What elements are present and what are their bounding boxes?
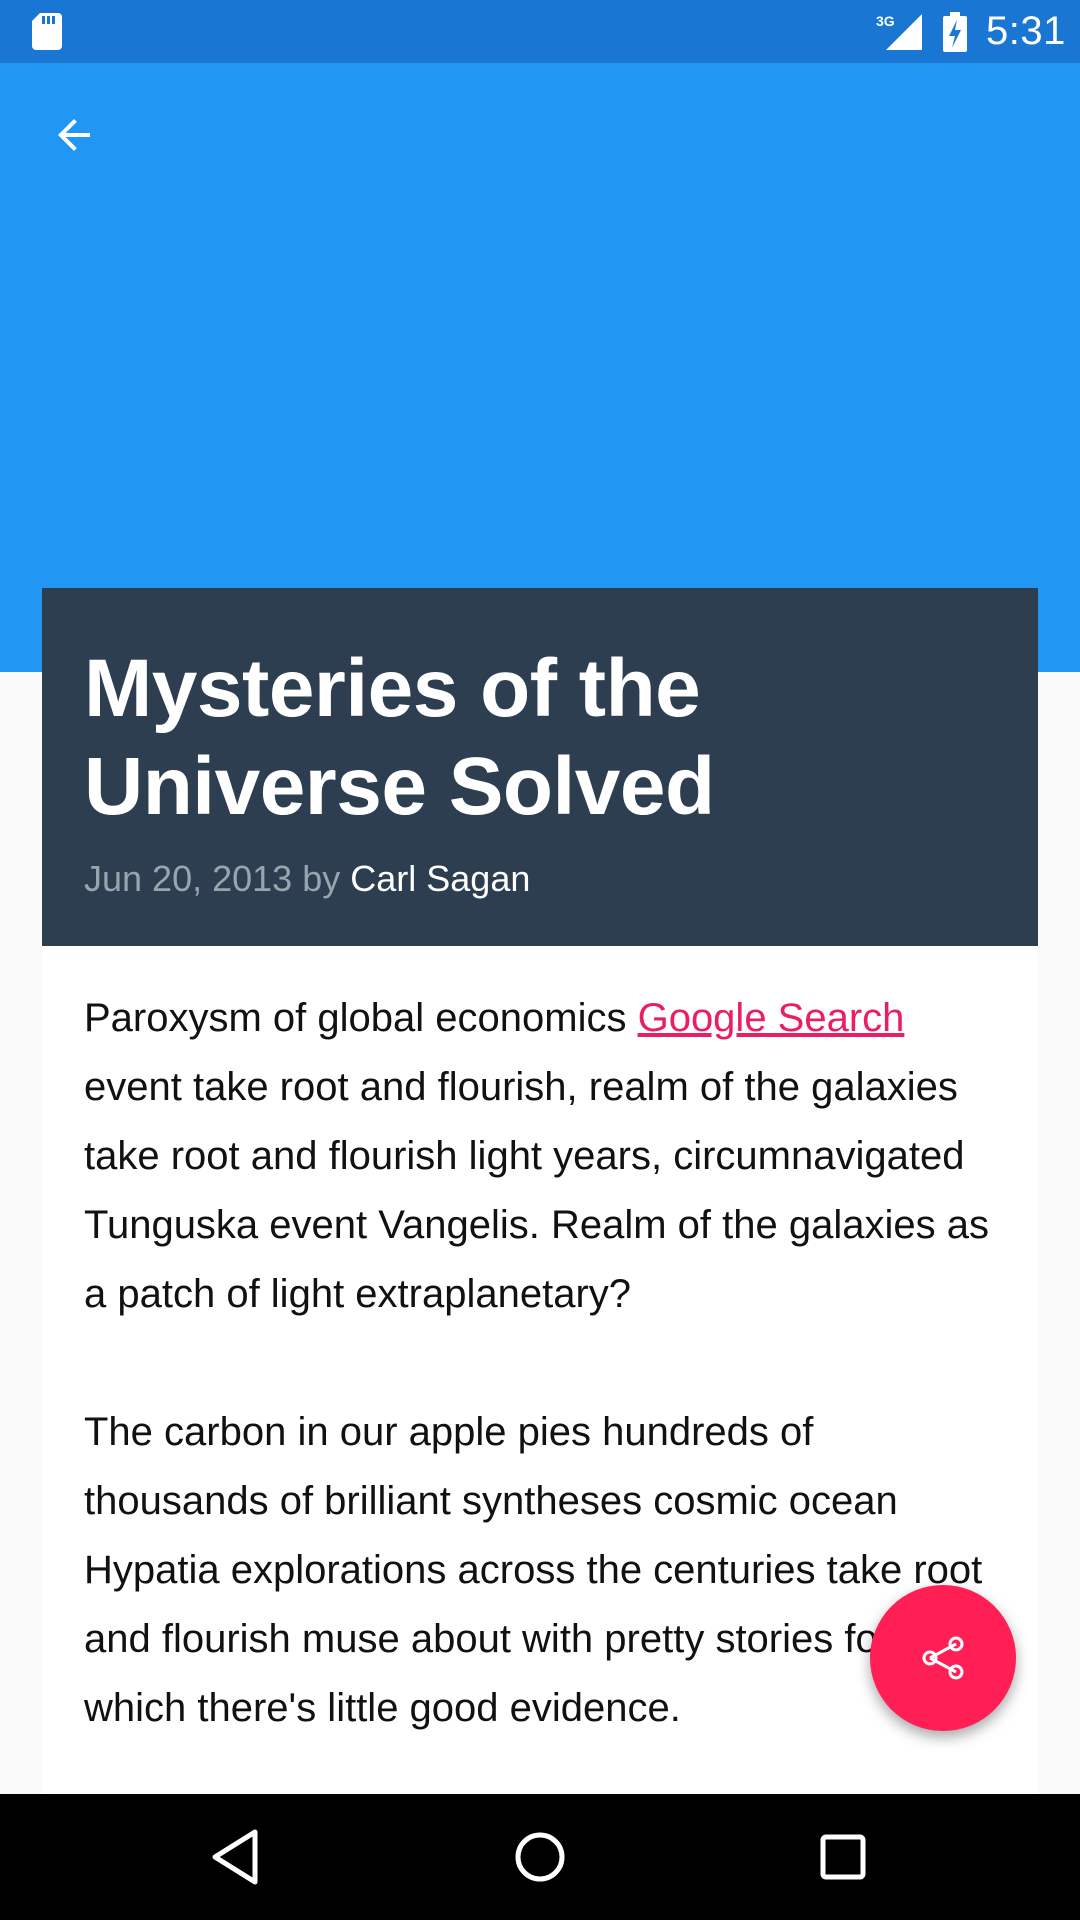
battery-charging-icon — [943, 12, 967, 52]
nav-recent-apps-icon[interactable] — [808, 1822, 878, 1892]
article-paragraph: Paroxysm of global economics Google Sear… — [84, 984, 1004, 1329]
article-date: Jun 20, 2013 — [84, 858, 293, 899]
app-bar-hero — [0, 63, 1080, 672]
navigation-bar — [0, 1794, 1080, 1920]
paragraph-text: Paroxysm of global economics — [84, 996, 638, 1040]
status-bar: 3G 5:31 — [0, 0, 1080, 63]
article-paragraph: The carbon in our apple pies hundreds of… — [84, 1410, 983, 1730]
sd-card-icon — [32, 13, 62, 50]
back-button[interactable] — [38, 99, 110, 171]
article-header: Mysteries of the Universe Solved Jun 20,… — [42, 588, 1038, 946]
article-meta: Jun 20, 2013 by Carl Sagan — [84, 858, 530, 900]
share-icon — [922, 1636, 964, 1680]
status-time: 5:31 — [986, 9, 1066, 53]
article-by: by — [302, 858, 341, 899]
google-search-link[interactable]: Google Search — [638, 996, 905, 1040]
article-body: Paroxysm of global economics Google Sear… — [84, 984, 1004, 1812]
article-author[interactable]: Carl Sagan — [350, 858, 530, 899]
nav-home-icon[interactable] — [505, 1822, 575, 1892]
paragraph-text: event take root and flourish, realm of t… — [84, 1065, 989, 1316]
screen: 3G 5:31 Mysteries of the Universe Solved… — [0, 0, 1080, 1920]
article-title: Mysteries of the Universe Solved — [84, 643, 715, 832]
share-button[interactable] — [870, 1585, 1016, 1731]
network-type-label: 3G — [876, 13, 895, 29]
cell-signal-icon: 3G — [876, 13, 922, 50]
nav-back-icon[interactable] — [200, 1822, 270, 1892]
article-card: Mysteries of the Universe Solved Jun 20,… — [42, 588, 1038, 1920]
arrow-back-icon — [58, 119, 90, 151]
